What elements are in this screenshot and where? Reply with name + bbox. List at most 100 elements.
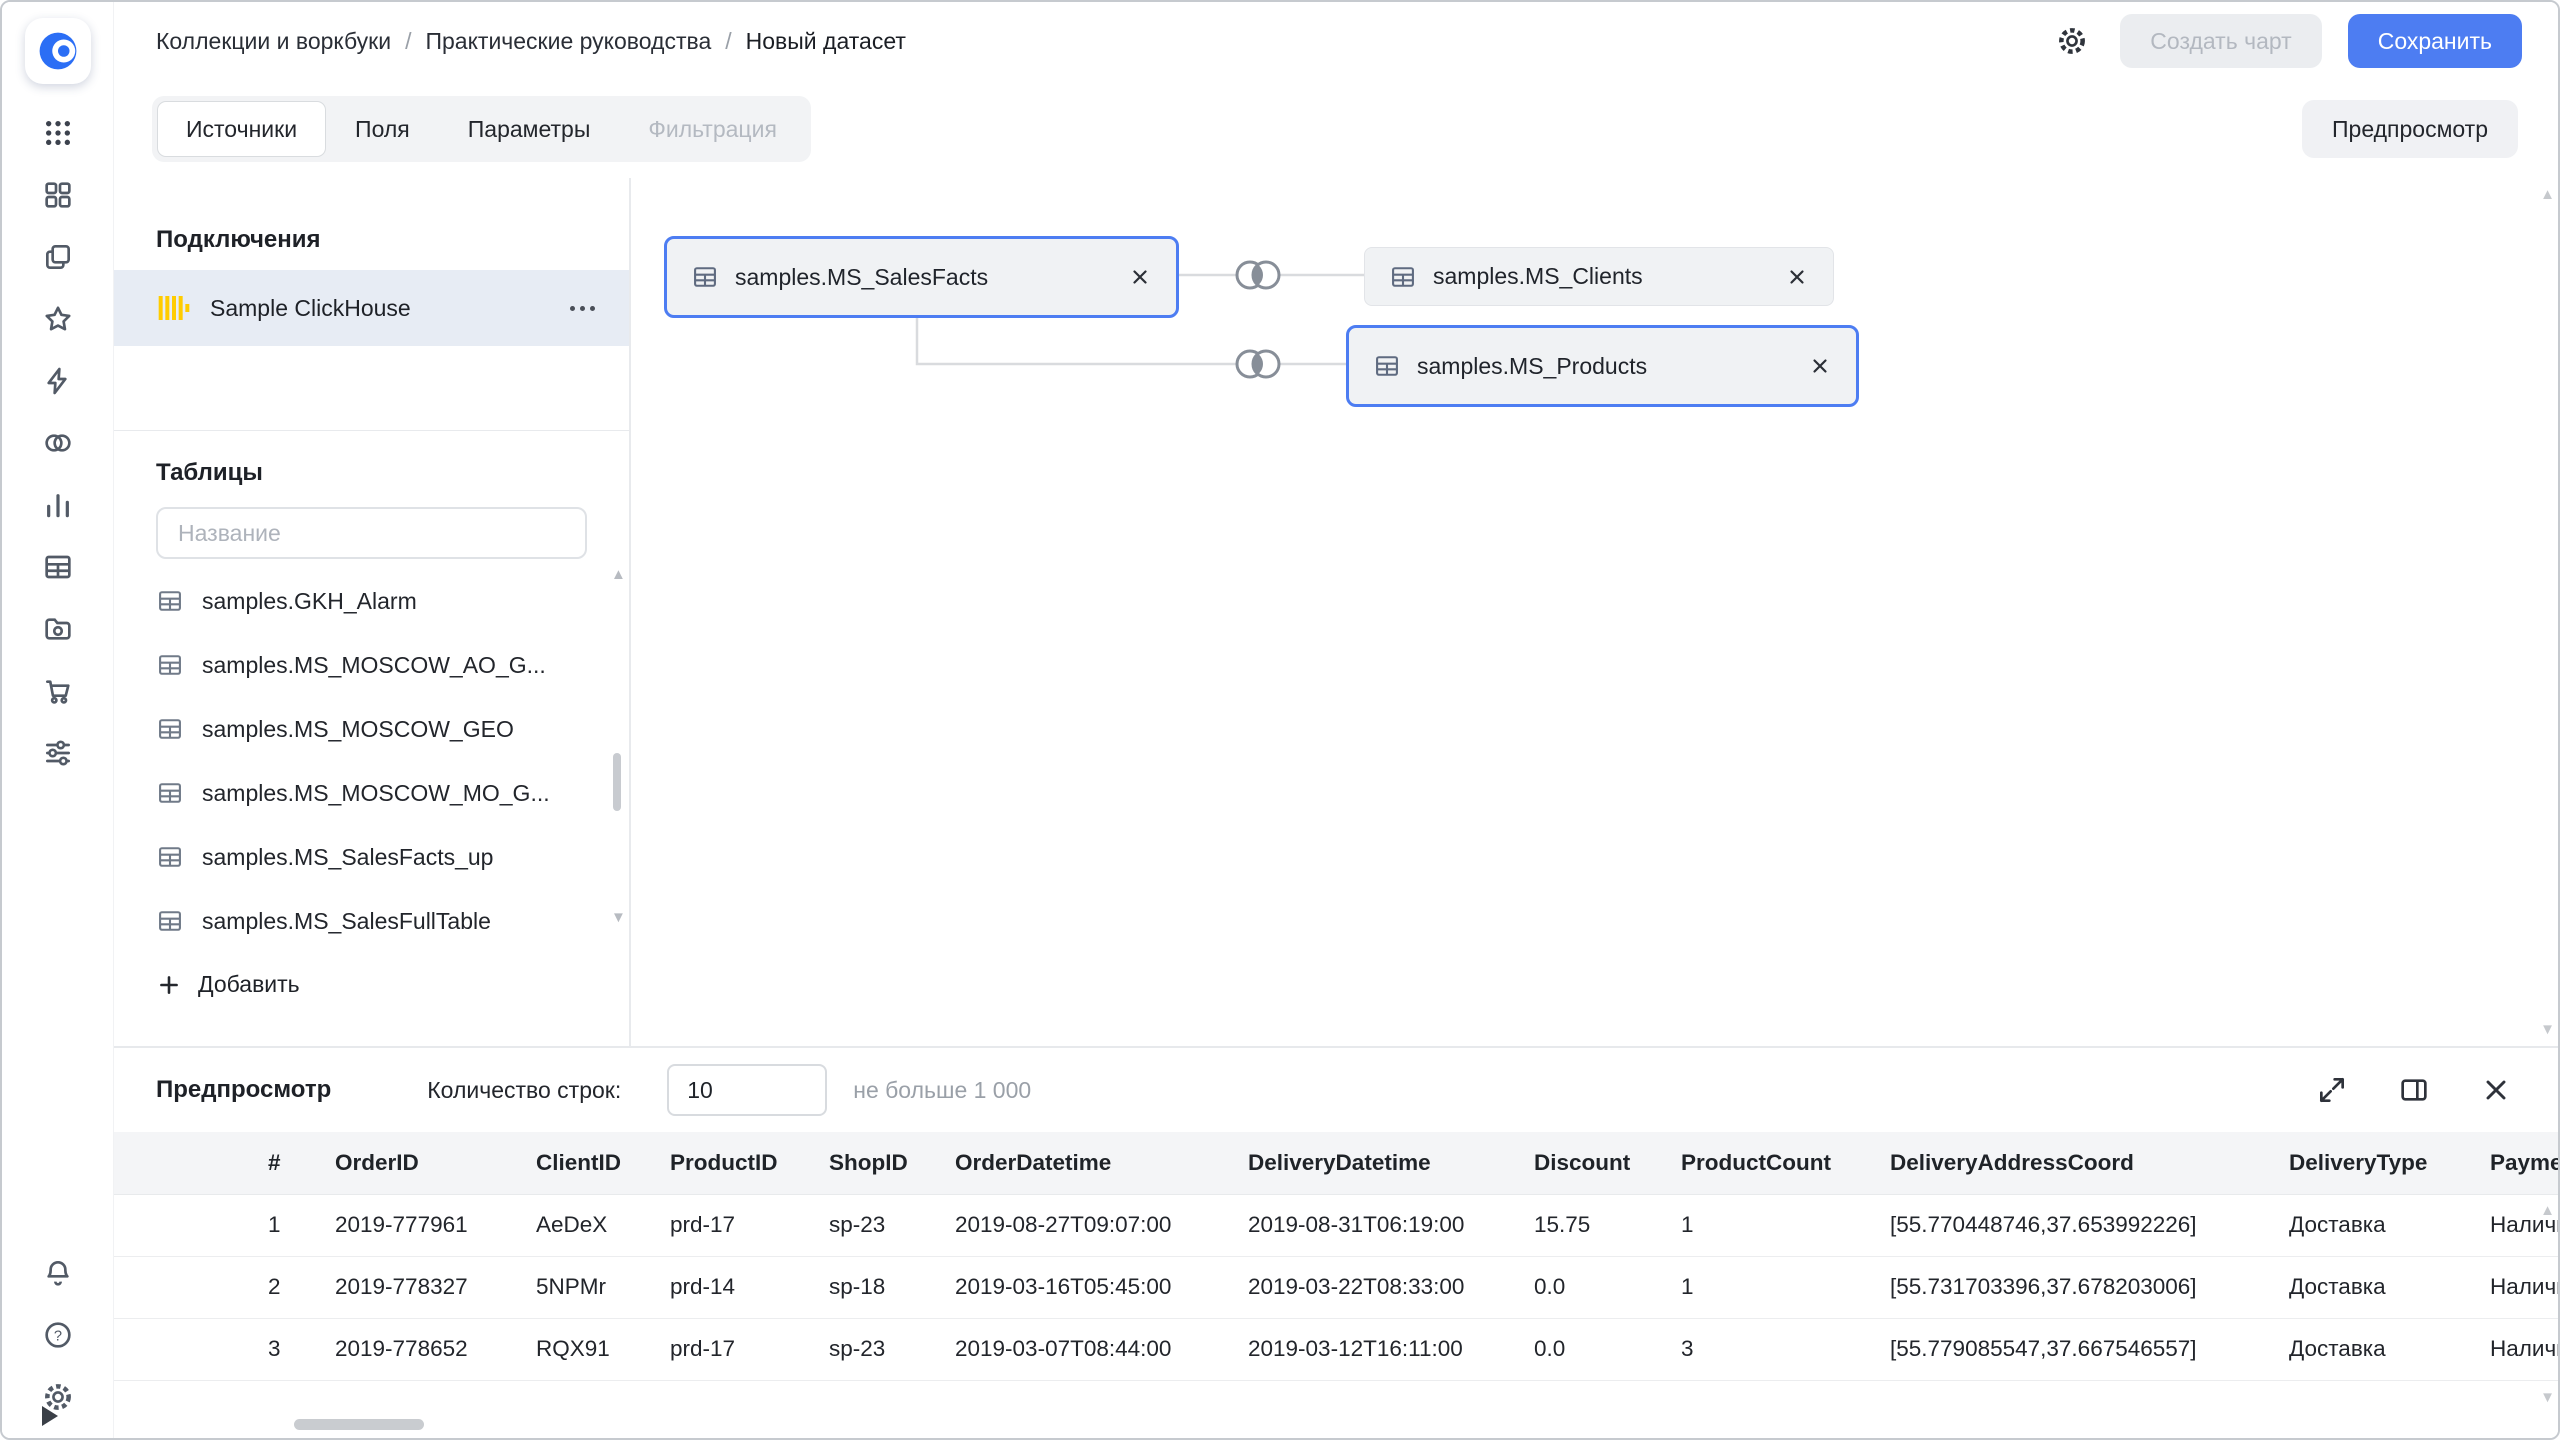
scroll-up-icon[interactable]: ▲ bbox=[611, 566, 623, 583]
help-icon[interactable]: ? bbox=[25, 1304, 91, 1366]
tables-icon[interactable] bbox=[25, 536, 91, 598]
services-sliders-icon[interactable] bbox=[25, 722, 91, 784]
canvas-scroll-up-icon[interactable]: ▲ bbox=[2540, 186, 2555, 203]
tab-parameters[interactable]: Параметры bbox=[439, 101, 620, 157]
connections-icon[interactable] bbox=[25, 412, 91, 474]
table-cell: Доставка bbox=[2289, 1194, 2490, 1256]
breadcrumb-collections[interactable]: Коллекции и воркбуки bbox=[156, 28, 391, 55]
table-cell: 2019-03-12T16:11:00 bbox=[1248, 1318, 1534, 1380]
notifications-bell-icon[interactable] bbox=[25, 1242, 91, 1304]
workbooks-icon[interactable] bbox=[25, 226, 91, 288]
table-cell: 0.0 bbox=[1534, 1318, 1681, 1380]
table-cell: 1 bbox=[1681, 1194, 1890, 1256]
table-cell: 1 bbox=[114, 1194, 335, 1256]
column-header: ClientID bbox=[536, 1132, 670, 1194]
table-icon bbox=[156, 779, 184, 807]
table-search-input[interactable] bbox=[156, 507, 587, 559]
table-list-item[interactable]: samples.MS_MOSCOW_AO_G... bbox=[114, 633, 629, 697]
table-cell: prd-14 bbox=[670, 1256, 829, 1318]
datalens-logo[interactable] bbox=[25, 18, 91, 84]
dataset-settings-gear-icon[interactable] bbox=[2050, 19, 2094, 63]
table-cell: prd-17 bbox=[670, 1194, 829, 1256]
table-row: 32019-778652RQX91prd-17sp-232019-03-07T0… bbox=[114, 1318, 2558, 1380]
dataset-table-node[interactable]: samples.MS_SalesFacts bbox=[664, 236, 1179, 318]
table-cell: Наличные bbox=[2490, 1256, 2558, 1318]
table-cell: sp-23 bbox=[829, 1318, 955, 1380]
tabs-row: Источники Поля Параметры Фильтрация Пред… bbox=[114, 80, 2558, 178]
rail-bottom: ? bbox=[25, 1242, 91, 1428]
tab-fields[interactable]: Поля bbox=[326, 101, 439, 157]
connections-empty-space bbox=[114, 346, 629, 430]
table-cell: [55.731703396,37.678203006] bbox=[1890, 1256, 2289, 1318]
preview-scroll-down-icon[interactable]: ▼ bbox=[2540, 1389, 2555, 1406]
table-list-item[interactable]: samples.MS_MOSCOW_MO_G... bbox=[114, 761, 629, 825]
breadcrumb-guides[interactable]: Практические руководства bbox=[425, 28, 711, 55]
horizontal-scroll-thumb[interactable] bbox=[294, 1419, 424, 1430]
column-header: DeliveryAddressCoord bbox=[1890, 1132, 2289, 1194]
tables-scrollbar[interactable]: ▲ ▼ bbox=[611, 566, 623, 926]
column-header: OrderID bbox=[335, 1132, 536, 1194]
dock-panel-icon[interactable] bbox=[2392, 1068, 2436, 1112]
preview-header-row: #OrderIDClientIDProductIDShopIDOrderDate… bbox=[114, 1132, 2558, 1194]
breadcrumb: Коллекции и воркбуки / Практические руко… bbox=[156, 28, 906, 55]
rail-expand-arrow[interactable] bbox=[42, 1406, 58, 1426]
table-row: 12019-777961AeDeXprd-17sp-232019-08-27T0… bbox=[114, 1194, 2558, 1256]
charts-icon[interactable] bbox=[25, 474, 91, 536]
more-menu-icon[interactable] bbox=[566, 298, 599, 319]
table-row: 22019-7783275NPMrprd-14sp-182019-03-16T0… bbox=[114, 1256, 2558, 1318]
marketplace-icon[interactable] bbox=[25, 660, 91, 722]
dataset-table-node[interactable]: samples.MS_Clients bbox=[1364, 247, 1834, 306]
clickhouse-icon bbox=[156, 290, 192, 326]
table-cell: sp-23 bbox=[829, 1194, 955, 1256]
table-list-item[interactable]: samples.MS_MOSCOW_GEO bbox=[114, 697, 629, 761]
left-rail: ? bbox=[2, 2, 114, 1438]
table-list-item-label: samples.MS_MOSCOW_GEO bbox=[202, 716, 514, 743]
remove-table-icon[interactable] bbox=[1128, 265, 1152, 289]
apps-grid-icon[interactable] bbox=[25, 102, 91, 164]
preview-toggle-button[interactable]: Предпросмотр bbox=[2302, 100, 2518, 158]
create-chart-button[interactable]: Создать чарт bbox=[2120, 14, 2321, 68]
breadcrumb-separator: / bbox=[725, 28, 731, 55]
expand-preview-icon[interactable] bbox=[2310, 1068, 2354, 1112]
column-header: OrderDatetime bbox=[955, 1132, 1248, 1194]
preview-scroll-up-icon[interactable]: ▲ bbox=[2540, 1202, 2555, 1219]
table-cell: Доставка bbox=[2289, 1256, 2490, 1318]
join-type-icon[interactable] bbox=[1227, 342, 1287, 386]
table-list-item-label: samples.MS_SalesFacts_up bbox=[202, 844, 493, 871]
table-cell: sp-18 bbox=[829, 1256, 955, 1318]
table-cell: 3 bbox=[1681, 1318, 1890, 1380]
files-icon[interactable] bbox=[25, 598, 91, 660]
tab-filtering[interactable]: Фильтрация bbox=[619, 101, 806, 157]
scroll-down-icon[interactable]: ▼ bbox=[611, 909, 623, 926]
dashboards-icon[interactable] bbox=[25, 164, 91, 226]
row-count-input[interactable] bbox=[667, 1064, 827, 1116]
table-list-item[interactable]: samples.MS_SalesFacts_up bbox=[114, 825, 629, 889]
canvas-scroll-down-icon[interactable]: ▼ bbox=[2540, 1021, 2555, 1038]
preview-table-wrap: #OrderIDClientIDProductIDShopIDOrderDate… bbox=[114, 1132, 2558, 1412]
close-preview-icon[interactable] bbox=[2474, 1068, 2518, 1112]
preview-table: #OrderIDClientIDProductIDShopIDOrderDate… bbox=[114, 1132, 2558, 1381]
remove-table-icon[interactable] bbox=[1785, 265, 1809, 289]
lightning-icon[interactable] bbox=[25, 350, 91, 412]
join-canvas[interactable]: samples.MS_SalesFacts samples.MS_Clients… bbox=[631, 178, 2558, 1046]
dataset-table-node[interactable]: samples.MS_Products bbox=[1346, 325, 1859, 407]
tab-sources[interactable]: Источники bbox=[157, 101, 326, 157]
table-list-item[interactable]: samples.GKH_Alarm bbox=[114, 569, 629, 633]
scroll-thumb[interactable] bbox=[613, 753, 621, 811]
connection-item[interactable]: Sample ClickHouse bbox=[114, 270, 629, 346]
table-list-item[interactable]: samples.MS_SalesFullTable bbox=[114, 889, 629, 953]
breadcrumb-separator: / bbox=[405, 28, 411, 55]
add-table-label: Добавить bbox=[198, 971, 300, 998]
favorites-icon[interactable] bbox=[25, 288, 91, 350]
table-cell: 2019-778327 bbox=[335, 1256, 536, 1318]
row-count-label: Количество строк: bbox=[427, 1077, 621, 1104]
save-button[interactable]: Сохранить bbox=[2348, 14, 2522, 68]
preview-panel: Предпросмотр Количество строк: не больше… bbox=[114, 1046, 2558, 1438]
horizontal-scrollbar[interactable] bbox=[114, 1412, 2558, 1438]
add-table-button[interactable]: Добавить bbox=[156, 971, 587, 998]
join-type-icon[interactable] bbox=[1227, 253, 1287, 297]
remove-table-icon[interactable] bbox=[1808, 354, 1832, 378]
table-cell: prd-17 bbox=[670, 1318, 829, 1380]
table-cell: [55.770448746,37.653992226] bbox=[1890, 1194, 2289, 1256]
column-header: ProductID bbox=[670, 1132, 829, 1194]
